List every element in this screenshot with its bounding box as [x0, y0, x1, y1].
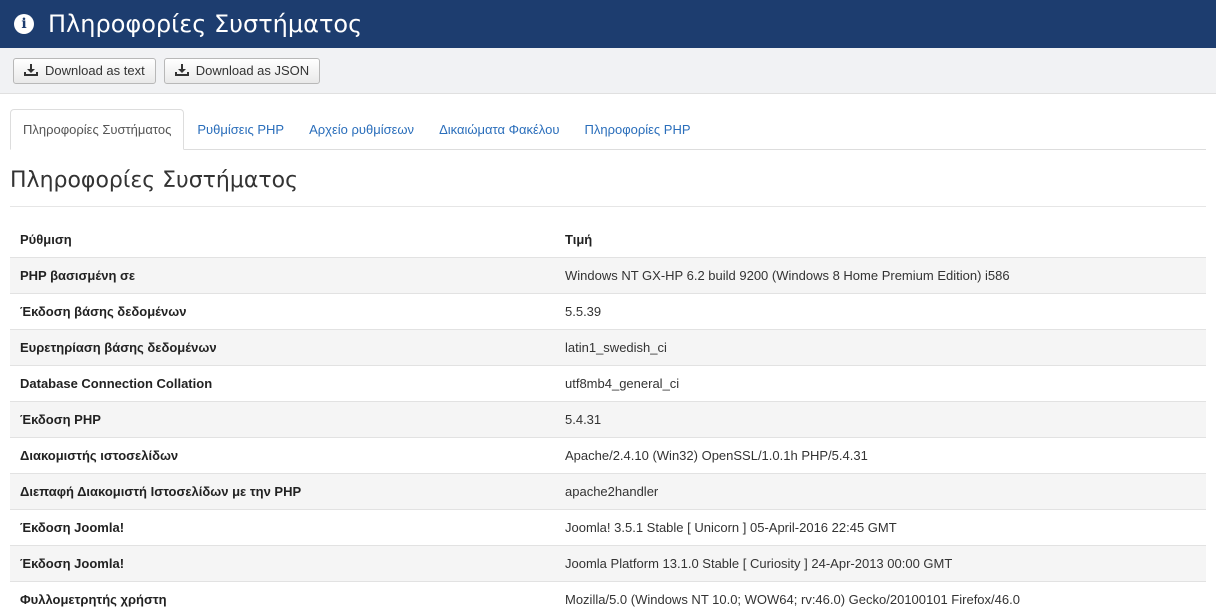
download-json-label: Download as JSON: [195, 63, 310, 78]
column-header-value: Τιμή: [565, 232, 593, 248]
setting-value: Joomla! 3.5.1 Stable [ Unicorn ] 05-Apri…: [555, 508, 1206, 545]
setting-name: Database Connection Collation: [10, 364, 555, 401]
setting-name: Έκδοση βάσης δεδομένων: [10, 292, 555, 329]
setting-name: Έκδοση PHP: [10, 400, 555, 437]
setting-value: Windows NT GX-HP 6.2 build 9200 (Windows…: [555, 256, 1206, 293]
table-row: Έκδοση Joomla! Joomla! 3.5.1 Stable [ Un…: [10, 508, 1206, 545]
page-title: Πληροφορίες Συστήματος: [48, 10, 363, 38]
table-row: PHP βασισμένη σε Windows NT GX-HP 6.2 bu…: [10, 256, 1206, 293]
column-header-setting: Ρύθμιση: [20, 232, 72, 248]
setting-name: Διεπαφή Διακομιστή Ιστοσελίδων με την PH…: [10, 472, 555, 509]
setting-name: Έκδοση Joomla!: [10, 508, 555, 545]
toolbar: Download as text Download as JSON: [0, 48, 1216, 94]
table-row: Διακομιστής ιστοσελίδων Apache/2.4.10 (W…: [10, 436, 1206, 473]
setting-name: Διακομιστής ιστοσελίδων: [10, 436, 555, 473]
setting-value: Joomla Platform 13.1.0 Stable [ Curiosit…: [555, 544, 1206, 581]
table-row: Φυλλομετρητής χρήστη Mozilla/5.0 (Window…: [10, 580, 1206, 614]
setting-name: PHP βασισμένη σε: [10, 256, 555, 293]
setting-value: latin1_swedish_ci: [555, 328, 1206, 365]
download-json-button[interactable]: Download as JSON: [163, 57, 321, 84]
title-bar: i Πληροφορίες Συστήματος: [0, 0, 1216, 48]
info-icon: i: [14, 14, 34, 34]
table-row: Database Connection Collation utf8mb4_ge…: [10, 364, 1206, 401]
section-title: Πληροφορίες Συστήματος: [10, 168, 298, 193]
tab-system-information[interactable]: Πληροφορίες Συστήματος: [10, 109, 185, 150]
table-header-row: Ρύθμιση Τιμή: [10, 223, 1206, 257]
tab-configuration-file[interactable]: Αρχείο ρυθμίσεων: [297, 109, 426, 149]
tab-php-settings[interactable]: Ρυθμίσεις PHP: [185, 109, 296, 149]
tab-php-information[interactable]: Πληροφορίες PHP: [572, 109, 702, 149]
setting-value: apache2handler: [555, 472, 1206, 509]
divider: [10, 206, 1206, 207]
setting-value: 5.5.39: [555, 292, 1206, 329]
setting-name: Φυλλομετρητής χρήστη: [10, 580, 555, 614]
tab-bar: Πληροφορίες Συστήματος Ρυθμίσεις PHP Αρχ…: [10, 109, 1206, 150]
setting-name: Ευρετηρίαση βάσης δεδομένων: [10, 328, 555, 365]
download-icon: [24, 64, 38, 76]
table-row: Έκδοση βάσης δεδομένων 5.5.39: [10, 292, 1206, 329]
download-text-button[interactable]: Download as text: [13, 57, 156, 84]
table-row: Ευρετηρίαση βάσης δεδομένων latin1_swedi…: [10, 328, 1206, 365]
setting-value: Mozilla/5.0 (Windows NT 10.0; WOW64; rv:…: [555, 580, 1206, 614]
setting-value: utf8mb4_general_ci: [555, 364, 1206, 401]
download-text-label: Download as text: [45, 63, 145, 78]
tab-directory-permissions[interactable]: Δικαιώματα Φακέλου: [427, 109, 571, 149]
table-row: Έκδοση Joomla! Joomla Platform 13.1.0 St…: [10, 544, 1206, 581]
table-row: Διεπαφή Διακομιστή Ιστοσελίδων με την PH…: [10, 472, 1206, 509]
table-row: Έκδοση PHP 5.4.31: [10, 400, 1206, 437]
download-icon: [174, 64, 189, 76]
setting-value: 5.4.31: [555, 400, 1206, 437]
setting-name: Έκδοση Joomla!: [10, 544, 555, 581]
setting-value: Apache/2.4.10 (Win32) OpenSSL/1.0.1h PHP…: [555, 436, 1206, 473]
system-info-table: Ρύθμιση Τιμή PHP βασισμένη σε Windows NT…: [10, 223, 1206, 614]
